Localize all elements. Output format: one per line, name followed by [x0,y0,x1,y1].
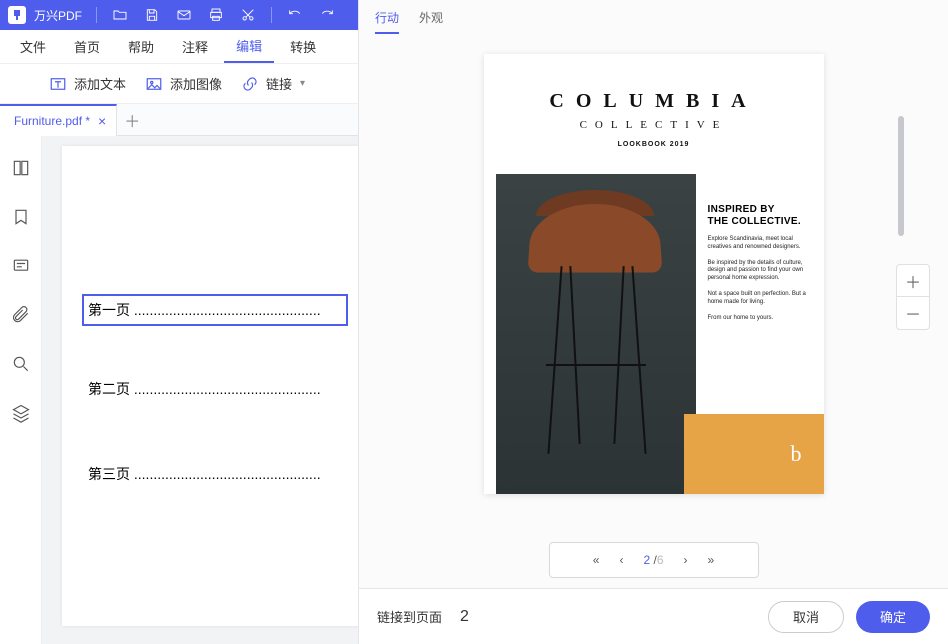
image-icon [144,74,164,94]
attachment-icon[interactable] [11,305,31,330]
preview-pager: « ‹ 2 /6 › » [549,542,759,578]
cancel-button[interactable]: 取消 [768,601,844,633]
bookmark-icon[interactable] [11,207,31,232]
zoom-out-button[interactable]: － [897,297,929,329]
separator [96,7,97,23]
panel-tab-appearance[interactable]: 外观 [419,9,443,34]
separator [271,7,272,23]
tool-label: 链接 [266,74,292,93]
cut-icon[interactable] [239,6,257,24]
page-preview-area: ＋ － COLUMBIA COLLECTIVE LOOKBOOK 2019 IN… [359,34,948,522]
mail-icon[interactable] [175,6,193,24]
thumbnails-icon[interactable] [11,158,31,183]
undo-icon[interactable] [286,6,304,24]
link-icon [240,74,260,94]
panel-tab-bar: 行动 外观 [359,0,948,34]
menu-file[interactable]: 文件 [8,31,58,62]
menu-home[interactable]: 首页 [62,31,112,62]
preview-scrollbar[interactable] [898,116,904,236]
target-page-preview[interactable]: COLUMBIA COLLECTIVE LOOKBOOK 2019 INSPIR… [484,54,824,494]
brand-glyph-icon: b [791,441,802,467]
search-icon[interactable] [11,354,31,379]
toc-row[interactable]: 第一页 ....................................… [84,296,346,324]
preview-hero-image [496,174,696,494]
text-box-icon [48,74,68,94]
close-tab-icon[interactable]: × [98,113,106,129]
preview-accent-block: b [684,414,824,494]
menu-edit[interactable]: 编辑 [224,30,274,63]
link-to-page-label: 链接到页面 [377,607,442,626]
chevron-down-icon: ▾ [300,78,305,89]
tab-title: Furniture.pdf * [14,114,90,128]
save-icon[interactable] [143,6,161,24]
preview-subtitle: COLLECTIVE [484,119,824,131]
link-to-page-value: 2 [460,608,469,626]
pager-last-button[interactable]: » [708,553,715,567]
menu-help[interactable]: 帮助 [116,31,166,62]
app-name: 万兴PDF [34,7,82,24]
redo-icon[interactable] [318,6,336,24]
panel-tab-action[interactable]: 行动 [375,9,399,34]
pager-prev-button[interactable]: ‹ [619,553,623,567]
new-tab-button[interactable]: ＋ [117,108,147,132]
left-rail [0,136,42,644]
layers-icon[interactable] [11,403,31,428]
app-logo [8,6,26,24]
open-folder-icon[interactable] [111,6,129,24]
panel-footer: 链接到页面 2 取消 确定 [359,588,948,644]
tool-label: 添加图像 [170,74,222,93]
document-tab[interactable]: Furniture.pdf * × [0,104,117,136]
preview-lookbook: LOOKBOOK 2019 [484,141,824,148]
add-image-button[interactable]: 添加图像 [144,74,222,94]
document-page: 第一页 ....................................… [62,146,372,626]
tool-label: 添加文本 [74,74,126,93]
menu-convert[interactable]: 转换 [278,31,328,62]
toc-row[interactable]: 第二页 ....................................… [88,379,346,399]
link-button[interactable]: 链接 ▾ [240,74,305,94]
zoom-in-button[interactable]: ＋ [897,265,929,297]
pager-next-button[interactable]: › [684,553,688,567]
pager-status: 2 /6 [643,553,663,567]
menu-annotate[interactable]: 注释 [170,31,220,62]
add-text-button[interactable]: 添加文本 [48,74,126,94]
preview-title: COLUMBIA [484,90,824,113]
comments-icon[interactable] [11,256,31,281]
ok-button[interactable]: 确定 [856,601,930,633]
pager-first-button[interactable]: « [593,553,600,567]
print-icon[interactable] [207,6,225,24]
preview-zoom-controls: ＋ － [896,264,930,330]
link-properties-panel: 行动 外观 ＋ － COLUMBIA COLLECTIVE LOOKBOOK 2… [358,0,948,644]
toc-row[interactable]: 第三页 ....................................… [88,464,346,484]
